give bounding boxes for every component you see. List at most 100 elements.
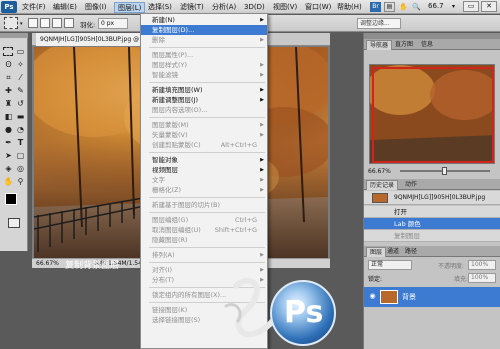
intersect-selection-icon[interactable] [64, 18, 74, 28]
layer-menu-item[interactable]: 栅格化(Z) ▶ [141, 185, 267, 195]
menu-select[interactable]: 选择(S) [145, 2, 175, 13]
marquee-tool-preset-icon[interactable] [4, 17, 18, 29]
layer-menu-item[interactable]: 新建(N) ▶ [141, 15, 267, 25]
fill-input[interactable]: 100% [468, 273, 496, 283]
layer-menu-item[interactable]: 矢量蒙版(V) ▶ [141, 130, 267, 140]
add-selection-icon[interactable] [40, 18, 50, 28]
tab-paths[interactable]: 路径 [402, 247, 420, 257]
layer-menu-item[interactable]: 新建基于图层的切片(B) [141, 200, 267, 210]
layer-menu-item[interactable]: 取消图层编组(U) Shift+Ctrl+G [141, 225, 267, 235]
navigator-zoom-handle[interactable] [442, 167, 447, 175]
hand-tool-icon[interactable]: ✋ [3, 176, 14, 187]
menu-layer[interactable]: 图层(L) [114, 2, 146, 13]
hand-icon[interactable]: ✋ [398, 2, 409, 12]
brush-tool-icon[interactable]: ✎ [15, 85, 26, 96]
menu-help[interactable]: 帮助(H) [334, 2, 365, 13]
menu-filter[interactable]: 滤镜(T) [177, 2, 207, 13]
menu-window[interactable]: 窗口(W) [302, 2, 334, 13]
layer-menu-item[interactable]: 图层蒙版(M) ▶ [141, 120, 267, 130]
zoom-tool-icon[interactable]: 🔍 [411, 2, 422, 12]
shape-tool-icon[interactable]: ▢ [15, 150, 26, 161]
opacity-input[interactable]: 100% [468, 260, 496, 270]
layer-menu-item[interactable]: 图层内容选项(O)... [141, 105, 267, 115]
navigator-tabs: 导航器 直方图 信息 [364, 39, 500, 50]
tab-histogram[interactable]: 直方图 [392, 40, 416, 50]
tab-history[interactable]: 历史记录 [366, 180, 399, 190]
tab-channels[interactable]: 通道 [384, 247, 402, 257]
tab-info[interactable]: 信息 [418, 40, 436, 50]
submenu-arrow-icon: ▶ [260, 87, 264, 93]
history-step-lab-color[interactable]: Lab 颜色 [364, 218, 500, 230]
history-step-open[interactable]: 打开 [364, 206, 500, 218]
history-step-duplicate-layer[interactable]: 复制图层 [364, 230, 500, 242]
layer-thumbnail [380, 290, 398, 304]
layer-menu-item[interactable]: 隐藏图层(R) [141, 235, 267, 245]
layer-menu-item[interactable]: 图层样式(Y) ▶ [141, 60, 267, 70]
dodge-tool-icon[interactable]: ◔ [15, 124, 26, 135]
zoom-level[interactable]: 66.7 [428, 2, 444, 10]
eraser-tool-icon[interactable]: ◧ [3, 111, 14, 122]
layer-menu-item[interactable]: 复制图层(D)... [141, 25, 267, 35]
restore-window-button[interactable]: ▭ [463, 1, 479, 12]
history-brush-icon[interactable]: ↺ [15, 98, 26, 109]
layer-menu-item[interactable]: 图层编组(G) Ctrl+G [141, 215, 267, 225]
blur-tool-icon[interactable]: ● [3, 124, 14, 135]
tab-layers[interactable]: 图层 [366, 247, 387, 257]
3d-rotate-icon[interactable]: ◈ [3, 163, 14, 174]
zoom-dropdown-icon[interactable]: ▾ [452, 3, 455, 10]
layer-row-background[interactable]: ◉ 背景 [364, 287, 500, 307]
marquee-tool-icon[interactable]: ▭ [15, 46, 26, 57]
tab-actions[interactable]: 动作 [402, 180, 420, 190]
feather-input[interactable]: 0 px [98, 18, 128, 29]
menu-analysis[interactable]: 分析(A) [209, 2, 239, 13]
menu-separator [149, 117, 265, 118]
path-selection-icon[interactable]: ➤ [3, 150, 14, 161]
subtract-selection-icon[interactable] [52, 18, 62, 28]
layer-menu-item[interactable]: 文字 ▶ [141, 175, 267, 185]
screen-mode-icon[interactable]: ▤ [384, 2, 395, 12]
menu-file[interactable]: 文件(F) [19, 2, 49, 13]
history-snapshot[interactable]: 9QNMJH[LG]]905H[0L3BUP.jpg [364, 191, 500, 205]
layer-menu-item[interactable]: 排列(A) ▶ [141, 250, 267, 260]
layer-menu-item[interactable]: 删除 ▶ [141, 35, 267, 45]
blend-mode-select[interactable]: 正常 [368, 260, 412, 270]
clone-stamp-icon[interactable]: ♜ [3, 98, 14, 109]
layer-menu-item[interactable]: 智能滤镜 ▶ [141, 70, 267, 80]
navigator-zoom-value[interactable]: 66.67% [368, 168, 391, 175]
navigator-thumbnail[interactable] [369, 64, 495, 164]
lasso-tool-icon[interactable]: ʘ [3, 59, 14, 70]
layer-menu-item[interactable]: 新建调整图层(J) ▶ [141, 95, 267, 105]
3d-orbit-icon[interactable]: ◎ [15, 163, 26, 174]
layer-menu-item[interactable]: 智能对象 ▶ [141, 155, 267, 165]
close-window-button[interactable]: ✕ [481, 1, 497, 12]
quick-mask-icon[interactable] [8, 218, 20, 228]
menu-3d[interactable]: 3D(D) [241, 2, 268, 13]
layer-menu-item[interactable]: 创建剪贴蒙版(C) Alt+Ctrl+G [141, 140, 267, 150]
healing-brush-icon[interactable]: ✚ [3, 85, 14, 96]
menu-item-label: 分布(T) [152, 276, 175, 284]
preset-dropdown-icon[interactable]: ▾ [20, 21, 23, 27]
status-zoom[interactable]: 66.67% [36, 259, 59, 268]
crop-tool-icon[interactable]: ⌗ [3, 72, 14, 83]
layer-menu-item[interactable]: 新建填充图层(W) ▶ [141, 85, 267, 95]
visibility-eye-icon[interactable]: ◉ [368, 292, 377, 301]
gradient-tool-icon[interactable]: ▬ [15, 111, 26, 122]
snapshot-label: 9QNMJH[LG]]905H[0L3BUP.jpg [394, 194, 486, 201]
menu-view[interactable]: 视图(V) [270, 2, 300, 13]
refine-edge-button[interactable]: 调整边缘... [357, 18, 401, 29]
layer-menu-item[interactable]: 视频图层 ▶ [141, 165, 267, 175]
layer-menu-item[interactable]: 图层属性(P)... [141, 50, 267, 60]
menu-image[interactable]: 图像(I) [82, 2, 110, 13]
pen-tool-icon[interactable]: ✒ [3, 137, 14, 148]
type-tool-icon[interactable]: T [15, 137, 26, 148]
move-tool-icon[interactable] [3, 47, 13, 56]
new-selection-icon[interactable] [28, 18, 38, 28]
foreground-color-swatch[interactable] [5, 193, 17, 205]
tab-navigator[interactable]: 导航器 [366, 40, 393, 50]
menu-edit[interactable]: 编辑(E) [50, 2, 80, 13]
magic-wand-icon[interactable]: ✧ [15, 59, 26, 70]
bridge-icon[interactable]: Br [370, 2, 381, 12]
eyedropper-icon[interactable]: ⁄ [15, 72, 26, 83]
zoom-tool-icon[interactable]: ⚲ [15, 176, 26, 187]
menu-bar: Ps 文件(F) 编辑(E) 图像(I) 图层(L) 选择(S) 滤镜(T) 分… [0, 0, 500, 14]
